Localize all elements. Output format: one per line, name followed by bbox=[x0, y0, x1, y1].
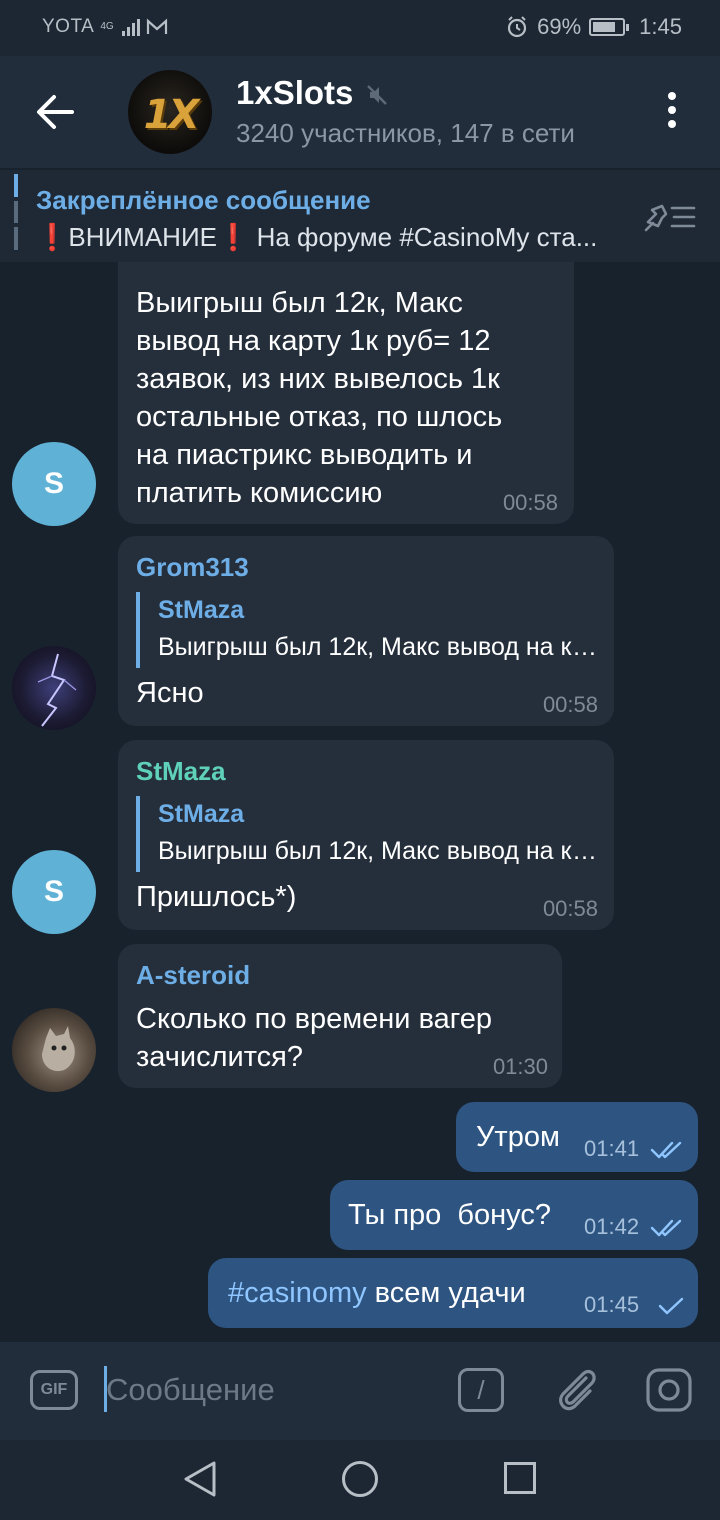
chat-header: 1X 1xSlots 3240 участников, 147 в сети bbox=[0, 56, 720, 168]
system-nav-bar bbox=[0, 1440, 720, 1520]
pinned-message-bar[interactable]: Закреплённое сообщение ❗ВНИМАНИЕ❗ На фор… bbox=[0, 170, 720, 262]
network-type: 4G bbox=[100, 21, 114, 32]
reply-quote[interactable]: StMaza Выигрыш был 12к, Макс вывод на ка… bbox=[136, 592, 598, 668]
message-bubble-outgoing[interactable]: Ты про бонус? 01:42 bbox=[330, 1180, 698, 1250]
message-bubble[interactable]: Grom313 StMaza Выигрыш был 12к, Макс выв… bbox=[118, 536, 614, 726]
paperclip-icon[interactable] bbox=[552, 1364, 600, 1416]
pinned-preview: На форуме #CasinoMy ста... bbox=[249, 222, 598, 252]
clock: 1:45 bbox=[639, 14, 682, 39]
pinned-text: ❗ВНИМАНИЕ❗ На форуме #CasinoMy ста... bbox=[36, 222, 598, 252]
channel-avatar[interactable]: 1X bbox=[128, 70, 212, 154]
back-arrow-icon[interactable] bbox=[34, 92, 76, 132]
sender-name[interactable]: Grom313 bbox=[136, 552, 249, 583]
camera-icon[interactable] bbox=[646, 1368, 692, 1412]
cat-photo bbox=[42, 1026, 75, 1072]
alarm-icon bbox=[508, 16, 527, 38]
nav-back-icon[interactable] bbox=[182, 1460, 218, 1498]
message-time: 01:41 bbox=[584, 1136, 640, 1161]
read-ticks-icon bbox=[650, 1141, 682, 1159]
avatar[interactable] bbox=[12, 1008, 96, 1092]
sender-name[interactable]: StMaza bbox=[136, 756, 226, 787]
pinned-indicator bbox=[14, 174, 18, 251]
nav-home-icon[interactable] bbox=[342, 1461, 378, 1497]
mute-icon bbox=[367, 85, 387, 105]
message-time: 01:45 bbox=[584, 1292, 640, 1317]
avatar[interactable]: S bbox=[12, 442, 96, 526]
reply-text: Выигрыш был 12к, Макс вывод на карту 1к … bbox=[158, 633, 598, 661]
sent-tick-icon bbox=[658, 1297, 684, 1315]
message-bubble-outgoing[interactable]: #casinomy всем удачи 01:45 bbox=[208, 1258, 698, 1328]
message-text: Выигрыш был 12к, Макс вывод на карту 1к … bbox=[136, 287, 503, 509]
message-bubble[interactable]: A-steroid Сколько по времени вагер зачис… bbox=[118, 944, 562, 1088]
message-time: 01:30 bbox=[492, 1054, 548, 1079]
message-time: 00:58 bbox=[542, 896, 598, 921]
message-time: 00:58 bbox=[542, 692, 598, 717]
message-input[interactable] bbox=[104, 1366, 434, 1414]
message-time: 00:58 bbox=[502, 490, 558, 515]
message-composer: GIF / bbox=[0, 1342, 720, 1440]
message-bubble-outgoing[interactable]: Утром 01:41 bbox=[456, 1102, 698, 1172]
reply-text: Выигрыш был 12к, Макс вывод на карту 1к … bbox=[158, 837, 598, 865]
reply-author: StMaza bbox=[158, 800, 245, 828]
read-ticks-icon bbox=[650, 1219, 682, 1237]
bot-command-icon[interactable]: / bbox=[458, 1368, 504, 1412]
lightning-image bbox=[37, 653, 77, 727]
mail-icon bbox=[147, 18, 168, 34]
battery-icon bbox=[589, 18, 630, 36]
gif-icon[interactable]: GIF bbox=[30, 1370, 78, 1410]
message-text: #casinomy всем удачи bbox=[228, 1277, 526, 1309]
reply-author: StMaza bbox=[158, 596, 245, 624]
carrier-label: YOTA bbox=[42, 16, 95, 37]
message-text: Пришлось*) bbox=[136, 881, 297, 913]
sender-name[interactable]: A-steroid bbox=[136, 960, 250, 991]
exclamation-icon: ❗ bbox=[36, 222, 69, 252]
status-bar: YOTA 4G 69% 1:45 bbox=[0, 0, 720, 56]
pinned-warning: ВНИМАНИЕ bbox=[68, 222, 217, 252]
pinned-title: Закреплённое сообщение bbox=[36, 185, 371, 215]
reply-quote[interactable]: StMaza Выигрыш был 12к, Макс вывод на ка… bbox=[136, 796, 598, 872]
chat-subtitle: 3240 участников, 147 в сети bbox=[236, 118, 575, 148]
chat-title[interactable]: 1xSlots bbox=[236, 74, 353, 112]
avatar[interactable] bbox=[12, 646, 96, 730]
channel-logo: 1X bbox=[143, 92, 200, 138]
hashtag-link[interactable]: #casinomy bbox=[228, 1277, 367, 1309]
more-vertical-icon[interactable] bbox=[662, 92, 682, 132]
message-text: Утром bbox=[476, 1121, 560, 1153]
avatar[interactable]: S bbox=[12, 850, 96, 934]
nav-recents-icon[interactable] bbox=[504, 1462, 536, 1494]
message-bubble[interactable]: Выигрыш был 12к, Макс вывод на карту 1к … bbox=[118, 262, 574, 524]
message-bubble[interactable]: StMaza StMaza Выигрыш был 12к, Макс выво… bbox=[118, 740, 614, 930]
message-text: Ясно bbox=[136, 677, 204, 709]
pinned-list-icon[interactable] bbox=[642, 200, 696, 234]
signal-icon bbox=[122, 18, 141, 36]
battery-percent: 69% bbox=[537, 14, 582, 39]
message-text: Ты про бонус? bbox=[348, 1199, 551, 1231]
message-list[interactable]: Выигрыш был 12к, Макс вывод на карту 1к … bbox=[0, 262, 720, 1342]
message-time: 01:42 bbox=[584, 1214, 640, 1239]
